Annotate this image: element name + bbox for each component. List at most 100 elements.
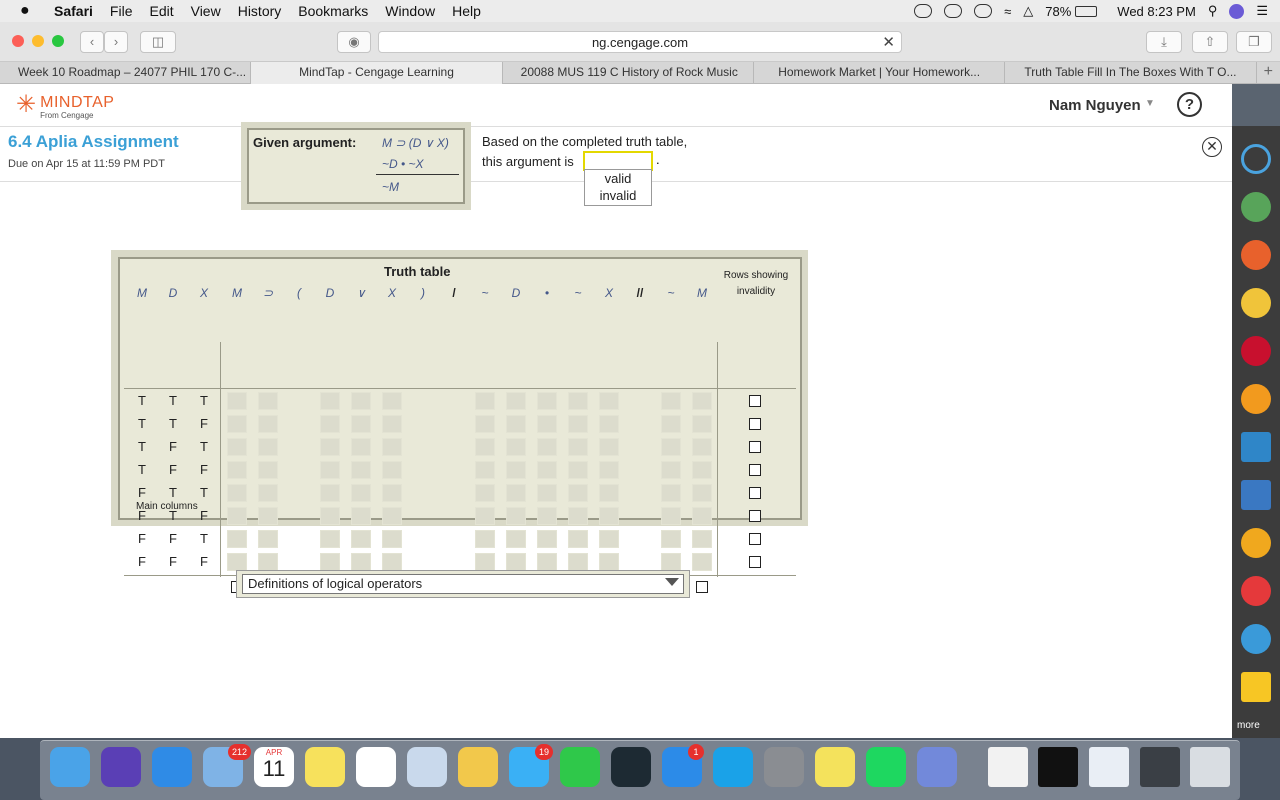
truth-table-cell-input[interactable] — [599, 392, 619, 410]
menu-app-safari[interactable]: Safari — [54, 3, 93, 19]
truth-table-cell-input[interactable] — [475, 461, 495, 479]
truth-table-cell-input[interactable] — [227, 415, 247, 433]
truth-table-cell-input[interactable] — [227, 530, 247, 548]
truth-table-cell-input[interactable] — [351, 507, 371, 525]
spotlight-icon[interactable]: ⚲ — [1208, 3, 1218, 19]
user-name[interactable]: Nam Nguyen — [1049, 97, 1141, 114]
more-apps-link[interactable]: more — [1237, 720, 1260, 731]
truth-table-cell-input[interactable] — [537, 530, 557, 548]
truth-table-cell-input[interactable] — [661, 530, 681, 548]
truth-table-cell-input[interactable] — [506, 438, 526, 456]
league-of-legends-icon[interactable] — [611, 747, 651, 787]
truth-table-cell-input[interactable] — [599, 415, 619, 433]
siri-icon[interactable] — [1229, 3, 1245, 19]
definitions-select[interactable]: Definitions of logical operators — [242, 574, 684, 594]
shield-button[interactable]: ◉ — [337, 31, 371, 53]
read-speaker-icon[interactable] — [1241, 528, 1271, 558]
highlight-pen-icon[interactable] — [1241, 480, 1271, 510]
minimize-window-button[interactable] — [32, 35, 44, 47]
safari-window-icon[interactable] — [1089, 747, 1129, 787]
truth-table-cell-input[interactable] — [475, 553, 495, 571]
truth-table-cell-input[interactable] — [351, 461, 371, 479]
truth-table-cell-input[interactable] — [351, 530, 371, 548]
google-drive-icon[interactable] — [1241, 672, 1271, 702]
address-bar[interactable]: ng.cengage.com ✕ — [378, 31, 902, 53]
truth-table-cell-input[interactable] — [568, 415, 588, 433]
clock[interactable]: Wed 8:23 PM — [1117, 4, 1196, 19]
truth-table-cell-input[interactable] — [320, 438, 340, 456]
airplay-icon[interactable]: △ — [1023, 3, 1033, 19]
trash-icon[interactable] — [1190, 747, 1230, 787]
menu-file[interactable]: File — [110, 3, 133, 19]
truth-table-cell-input[interactable] — [692, 438, 712, 456]
truth-table-cell-input[interactable] — [692, 461, 712, 479]
tab-homework-market[interactable]: Homework Market | Your Homework... — [754, 62, 1006, 84]
truth-table-cell-input[interactable] — [692, 392, 712, 410]
photos-icon[interactable] — [458, 747, 498, 787]
menu-edit[interactable]: Edit — [149, 3, 173, 19]
truth-table-cell-input[interactable] — [568, 484, 588, 502]
menu-history[interactable]: History — [238, 3, 282, 19]
truth-table-cell-input[interactable] — [258, 461, 278, 479]
truth-table-cell-input[interactable] — [692, 484, 712, 502]
truth-table-cell-input[interactable] — [692, 507, 712, 525]
truth-table-cell-input[interactable] — [382, 553, 402, 571]
time-machine-icon[interactable] — [974, 4, 993, 18]
forward-button[interactable]: › — [104, 31, 128, 53]
truth-table-cell-input[interactable] — [475, 530, 495, 548]
truth-table-cell-input[interactable] — [599, 438, 619, 456]
truth-table-cell-input[interactable] — [320, 392, 340, 410]
preview-icon[interactable] — [407, 747, 447, 787]
apple-icon[interactable]: ● — [20, 3, 38, 19]
truth-table-cell-input[interactable] — [382, 438, 402, 456]
invalidity-row-checkbox[interactable] — [749, 510, 761, 522]
truth-table-cell-input[interactable] — [258, 438, 278, 456]
truth-table-cell-input[interactable] — [692, 415, 712, 433]
truth-table-cell-input[interactable] — [506, 484, 526, 502]
truth-table-cell-input[interactable] — [227, 484, 247, 502]
finder-window-icon[interactable] — [1140, 747, 1180, 787]
progress-app-icon[interactable] — [1241, 384, 1271, 414]
truth-table-cell-input[interactable] — [599, 553, 619, 571]
invalidity-row-checkbox[interactable] — [749, 441, 761, 453]
mindtap-app-icon[interactable] — [1241, 192, 1271, 222]
truth-table-cell-input[interactable] — [258, 553, 278, 571]
truth-table-cell-input[interactable] — [351, 392, 371, 410]
truth-table-cell-input[interactable] — [568, 507, 588, 525]
truth-table-cell-input[interactable] — [506, 461, 526, 479]
close-activity-button[interactable]: ✕ — [1202, 137, 1222, 157]
finder-icon[interactable] — [50, 747, 90, 787]
truth-table-cell-input[interactable] — [382, 392, 402, 410]
tab-mus119[interactable]: 20088 MUS 119 C History of Rock Music — [503, 62, 754, 84]
invalidity-row-checkbox[interactable] — [749, 464, 761, 476]
downloads-button[interactable]: ⤓ — [1146, 31, 1182, 53]
truth-table-cell-input[interactable] — [475, 392, 495, 410]
truth-table-cell-input[interactable] — [258, 415, 278, 433]
truth-table-cell-input[interactable] — [537, 507, 557, 525]
user-menu-caret-icon[interactable]: ▼ — [1145, 98, 1155, 109]
truth-table-cell-input[interactable] — [599, 461, 619, 479]
truth-table-cell-input[interactable] — [661, 553, 681, 571]
tab-mindtap[interactable]: MindTap - Cengage Learning — [251, 62, 503, 84]
docx-file-icon[interactable] — [988, 747, 1028, 787]
truth-table-cell-input[interactable] — [599, 484, 619, 502]
truth-table-cell-input[interactable] — [320, 415, 340, 433]
truth-table-cell-input[interactable] — [568, 438, 588, 456]
truth-table-cell-input[interactable] — [661, 438, 681, 456]
siri-icon[interactable] — [101, 747, 141, 787]
truth-table-cell-input[interactable] — [661, 461, 681, 479]
truth-table-cell-input[interactable] — [568, 553, 588, 571]
truth-table-cell-input[interactable] — [475, 415, 495, 433]
truth-table-cell-input[interactable] — [227, 438, 247, 456]
truth-table-cell-input[interactable] — [351, 438, 371, 456]
truth-table-cell-input[interactable] — [227, 461, 247, 479]
option-valid[interactable]: valid — [585, 170, 651, 187]
invalidity-row-checkbox[interactable] — [749, 533, 761, 545]
validity-answer-select[interactable] — [583, 151, 653, 171]
notebook-icon[interactable] — [1241, 432, 1271, 462]
dropdown-caret-icon[interactable] — [665, 578, 679, 586]
main-column-checkbox[interactable] — [696, 581, 708, 593]
truth-table-cell-input[interactable] — [382, 415, 402, 433]
rss-icon[interactable] — [1241, 240, 1271, 270]
menu-help[interactable]: Help — [452, 3, 481, 19]
